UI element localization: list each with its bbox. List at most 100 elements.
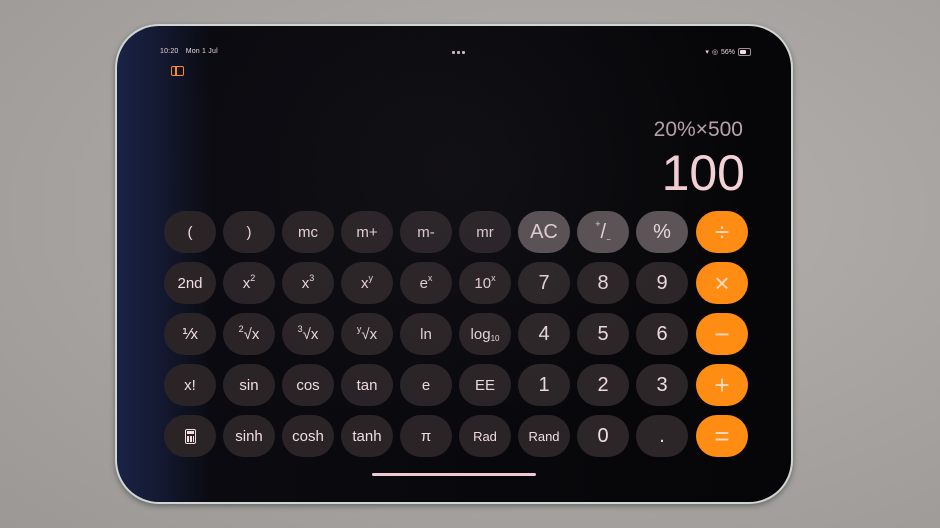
euler-button[interactable]: e bbox=[400, 364, 452, 406]
equals-button[interactable]: = bbox=[696, 415, 748, 457]
divide-label: ÷ bbox=[714, 216, 730, 247]
second-label: 2nd bbox=[177, 274, 203, 292]
calculator-mode-button[interactable] bbox=[164, 415, 216, 457]
decimal-button[interactable]: . bbox=[636, 415, 688, 457]
cube-button[interactable]: x3 bbox=[282, 262, 334, 304]
divide-button[interactable]: ÷ bbox=[696, 211, 748, 253]
open-paren-button[interactable]: ( bbox=[164, 211, 216, 253]
memory-add-label: m+ bbox=[356, 223, 378, 241]
ten-power-label: 10x bbox=[474, 272, 496, 292]
sin-button[interactable]: sin bbox=[223, 364, 275, 406]
memory-clear-label: mc bbox=[298, 223, 318, 241]
reciprocal-button[interactable]: ⅟x bbox=[164, 313, 216, 355]
ee-button[interactable]: EE bbox=[459, 364, 511, 406]
close-paren-button[interactable]: ) bbox=[223, 211, 275, 253]
add-button[interactable]: + bbox=[696, 364, 748, 406]
digit-6-button[interactable]: 6 bbox=[636, 313, 688, 355]
second-button[interactable]: 2nd bbox=[164, 262, 216, 304]
digit-4-label: 4 bbox=[538, 322, 550, 345]
all-clear-label: AC bbox=[530, 220, 558, 243]
digit-8-label: 8 bbox=[597, 271, 609, 294]
percent-label: % bbox=[653, 220, 671, 243]
digit-0-label: 0 bbox=[597, 424, 609, 447]
rad-button[interactable]: Rad bbox=[459, 415, 511, 457]
expression-display: 20%×500 bbox=[653, 118, 743, 141]
digit-0-button[interactable]: 0 bbox=[577, 415, 629, 457]
reciprocal-label: ⅟x bbox=[181, 326, 199, 343]
digit-2-button[interactable]: 2 bbox=[577, 364, 629, 406]
digit-9-button[interactable]: 9 bbox=[636, 262, 688, 304]
digit-4-button[interactable]: 4 bbox=[518, 313, 570, 355]
digit-8-button[interactable]: 8 bbox=[577, 262, 629, 304]
plus-minus-button[interactable]: +/− bbox=[577, 211, 629, 253]
memory-clear-button[interactable]: mc bbox=[282, 211, 334, 253]
equals-label: = bbox=[714, 420, 730, 451]
digit-6-label: 6 bbox=[656, 322, 668, 345]
pi-label: π bbox=[420, 427, 432, 445]
orientation-lock-icon: ◎ bbox=[711, 49, 718, 56]
digit-1-button[interactable]: 1 bbox=[518, 364, 570, 406]
memory-subtract-label: m- bbox=[417, 223, 435, 241]
status-time: 10:20 bbox=[160, 48, 179, 55]
rand-label: Rand bbox=[528, 428, 560, 444]
digit-3-label: 3 bbox=[656, 373, 668, 396]
percent-button[interactable]: % bbox=[636, 211, 688, 253]
exp-button[interactable]: ex bbox=[400, 262, 452, 304]
result-display: 100 bbox=[661, 145, 745, 201]
y-root-button[interactable]: y√x bbox=[341, 313, 393, 355]
digit-9-label: 9 bbox=[656, 271, 668, 294]
digit-5-label: 5 bbox=[597, 322, 609, 345]
sinh-label: sinh bbox=[235, 427, 263, 445]
ln-button[interactable]: ln bbox=[400, 313, 452, 355]
ipad-device: 10:20 Mon 1 Jul ▾ ◎ 56% 20%×500 100 () mc… bbox=[115, 24, 793, 504]
square-button[interactable]: x2 bbox=[223, 262, 275, 304]
power-label: xy bbox=[361, 272, 373, 292]
digit-7-button[interactable]: 7 bbox=[518, 262, 570, 304]
multitasking-dots-icon[interactable] bbox=[452, 51, 465, 54]
cos-button[interactable]: cos bbox=[282, 364, 334, 406]
memory-recall-button[interactable]: mr bbox=[459, 211, 511, 253]
battery-icon bbox=[738, 48, 751, 56]
home-indicator[interactable] bbox=[372, 473, 536, 476]
factorial-button[interactable]: x! bbox=[164, 364, 216, 406]
calculator-screen: 10:20 Mon 1 Jul ▾ ◎ 56% 20%×500 100 () mc… bbox=[117, 26, 791, 502]
cos-label: cos bbox=[296, 376, 320, 394]
cosh-button[interactable]: cosh bbox=[282, 415, 334, 457]
digit-3-button[interactable]: 3 bbox=[636, 364, 688, 406]
exp-label: ex bbox=[419, 272, 433, 292]
sinh-button[interactable]: sinh bbox=[223, 415, 275, 457]
memory-subtract-button[interactable]: m- bbox=[400, 211, 452, 253]
multiply-button[interactable]: × bbox=[696, 262, 748, 304]
subtract-button[interactable]: − bbox=[696, 313, 748, 355]
square-label: x2 bbox=[242, 272, 256, 292]
log10-label: log10 bbox=[470, 325, 500, 343]
ten-power-button[interactable]: 10x bbox=[459, 262, 511, 304]
battery-percent: 56% bbox=[720, 48, 735, 56]
tan-button[interactable]: tan bbox=[341, 364, 393, 406]
cosh-label: cosh bbox=[292, 427, 324, 445]
close-paren-label: ) bbox=[246, 223, 252, 241]
subtract-label: − bbox=[714, 318, 730, 349]
add-label: + bbox=[714, 369, 730, 400]
digit-2-label: 2 bbox=[597, 373, 609, 396]
cube-root-button[interactable]: 3√x bbox=[282, 313, 334, 355]
ee-label: EE bbox=[474, 376, 495, 394]
all-clear-button[interactable]: AC bbox=[518, 211, 570, 253]
y-root-label: y√x bbox=[356, 323, 378, 343]
ln-label: ln bbox=[420, 325, 432, 343]
power-button[interactable]: xy bbox=[341, 262, 393, 304]
square-root-button[interactable]: 2√x bbox=[223, 313, 275, 355]
sidebar-icon[interactable] bbox=[171, 66, 184, 76]
tanh-button[interactable]: tanh bbox=[341, 415, 393, 457]
log10-button[interactable]: log10 bbox=[459, 313, 511, 355]
pi-button[interactable]: π bbox=[400, 415, 452, 457]
rand-button[interactable]: Rand bbox=[518, 415, 570, 457]
digit-5-button[interactable]: 5 bbox=[577, 313, 629, 355]
calculator-icon bbox=[184, 428, 196, 444]
status-bar-left: 10:20 Mon 1 Jul bbox=[160, 48, 223, 55]
digit-7-label: 7 bbox=[538, 271, 550, 294]
cube-root-label: 3√x bbox=[297, 323, 319, 343]
memory-add-button[interactable]: m+ bbox=[341, 211, 393, 253]
memory-recall-label: mr bbox=[476, 223, 494, 241]
factorial-label: x! bbox=[184, 376, 196, 394]
